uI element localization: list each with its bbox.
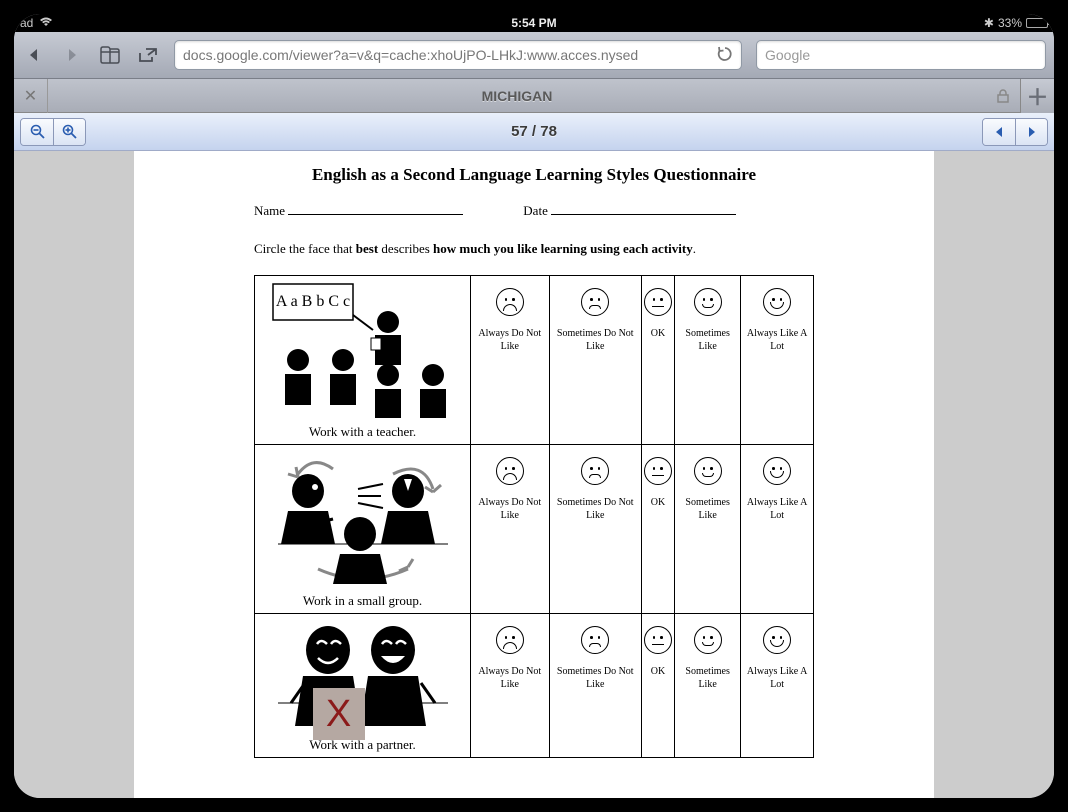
activity-cell: Work in a small group.: [255, 445, 471, 614]
search-placeholder: Google: [765, 47, 810, 63]
zoom-out-button[interactable]: [21, 119, 53, 145]
teacher-illustration: A a B b C c: [263, 280, 463, 420]
carrier-label: ad: [20, 16, 33, 30]
name-label: Name: [254, 203, 285, 218]
face-sad-icon: [496, 288, 524, 316]
document-title: English as a Second Language Learning St…: [254, 165, 814, 185]
svg-text:A a B b C c: A a B b C c: [275, 293, 349, 310]
document-viewport[interactable]: English as a Second Language Learning St…: [14, 151, 1054, 798]
device-frame: ad 5:54 PM ✱ 33% docs.google.com/viewer?…: [0, 0, 1068, 812]
rating-cell: Always Like A Lot: [741, 276, 814, 445]
rating-cell: Always Do Not Like: [471, 614, 550, 758]
share-button[interactable]: [136, 43, 160, 67]
table-row: Work in a small group. Always Do Not Lik…: [255, 445, 814, 614]
questionnaire-table: A a B b C c Work with a teacher. Always …: [254, 275, 814, 758]
wifi-icon: [39, 16, 53, 30]
rating-cell: Sometimes Like: [674, 276, 740, 445]
status-time: 5:54 PM: [511, 16, 556, 30]
reload-icon[interactable]: [717, 46, 733, 65]
battery-icon: [1026, 18, 1048, 28]
page-counter: 57 / 78: [86, 123, 982, 140]
search-bar[interactable]: Google: [756, 40, 1046, 70]
bluetooth-icon: ✱: [984, 16, 994, 30]
forward-button[interactable]: [60, 43, 84, 67]
date-label: Date: [523, 203, 548, 218]
face-happy-icon: [763, 457, 791, 485]
face-slight-happy-icon: [694, 626, 722, 654]
group-illustration: [263, 449, 463, 589]
battery-percent: 33%: [998, 16, 1022, 30]
activity-cell: X Work with a partner.: [255, 614, 471, 758]
tab-close-button[interactable]: ✕: [14, 79, 48, 113]
rating-cell: Sometimes Like: [674, 445, 740, 614]
face-slight-sad-icon: [581, 457, 609, 485]
rating-cell: OK: [641, 445, 674, 614]
bookmarks-button[interactable]: [98, 43, 122, 67]
face-neutral-icon: [644, 457, 672, 485]
rating-cell: Always Do Not Like: [471, 445, 550, 614]
back-button[interactable]: [22, 43, 46, 67]
screen: ad 5:54 PM ✱ 33% docs.google.com/viewer?…: [14, 14, 1054, 798]
name-date-row: Name Date: [254, 203, 814, 219]
face-slight-sad-icon: [581, 288, 609, 316]
rating-cell: Sometimes Do Not Like: [549, 276, 641, 445]
next-page-button[interactable]: [1015, 119, 1047, 145]
instruction-text: Circle the face that best describes how …: [254, 241, 814, 257]
rating-cell: Sometimes Like: [674, 614, 740, 758]
zoom-in-button[interactable]: [53, 119, 85, 145]
tab-title[interactable]: MICHIGAN: [48, 88, 986, 104]
new-tab-button[interactable]: ＋: [1020, 79, 1054, 113]
browser-toolbar: docs.google.com/viewer?a=v&q=cache:xhoUj…: [14, 32, 1054, 79]
rating-cell: Always Like A Lot: [741, 614, 814, 758]
url-text: docs.google.com/viewer?a=v&q=cache:xhoUj…: [183, 47, 717, 63]
viewer-toolbar: 57 / 78: [14, 113, 1054, 151]
rating-cell: Always Do Not Like: [471, 276, 550, 445]
face-happy-icon: [763, 288, 791, 316]
face-slight-happy-icon: [694, 457, 722, 485]
rating-cell: Always Like A Lot: [741, 445, 814, 614]
face-neutral-icon: [644, 288, 672, 316]
activity-caption: Work in a small group.: [257, 593, 468, 609]
tab-bar: ✕ MICHIGAN ＋: [14, 79, 1054, 113]
x-overlay-icon: X: [313, 688, 365, 740]
rating-cell: Sometimes Do Not Like: [549, 445, 641, 614]
table-row: A a B b C c Work with a teacher. Always …: [255, 276, 814, 445]
face-slight-happy-icon: [694, 288, 722, 316]
url-bar[interactable]: docs.google.com/viewer?a=v&q=cache:xhoUj…: [174, 40, 742, 70]
table-row: X Work with a partner. Always Do Not Lik…: [255, 614, 814, 758]
document-page: English as a Second Language Learning St…: [134, 151, 934, 798]
lock-icon: [986, 89, 1020, 103]
activity-cell: A a B b C c Work with a teacher.: [255, 276, 471, 445]
status-bar: ad 5:54 PM ✱ 33%: [14, 14, 1054, 32]
activity-caption: Work with a teacher.: [257, 424, 468, 440]
rating-cell: OK: [641, 276, 674, 445]
rating-cell: OK: [641, 614, 674, 758]
face-neutral-icon: [644, 626, 672, 654]
rating-cell: Sometimes Do Not Like: [549, 614, 641, 758]
prev-page-button[interactable]: [983, 119, 1015, 145]
face-happy-icon: [763, 626, 791, 654]
face-sad-icon: [496, 626, 524, 654]
face-sad-icon: [496, 457, 524, 485]
face-slight-sad-icon: [581, 626, 609, 654]
partner-illustration: X: [263, 618, 463, 733]
